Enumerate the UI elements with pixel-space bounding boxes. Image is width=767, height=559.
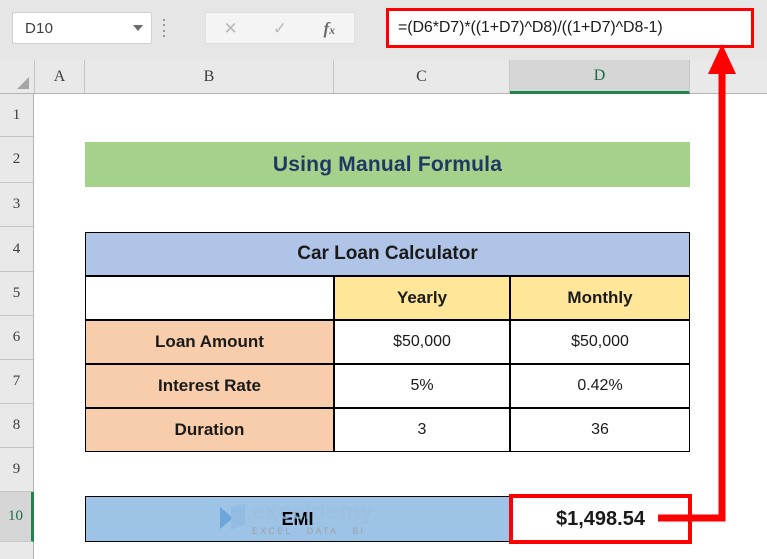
formula-input[interactable]: =(D6*D7)*((1+D7)^D8)/((1+D7)^D8-1) <box>386 8 754 48</box>
spreadsheet-grid: A B C D 1 2 3 4 5 6 7 8 9 10 Using Manua… <box>0 60 767 559</box>
table-title: Car Loan Calculator <box>85 232 690 276</box>
select-all-corner[interactable] <box>0 60 35 93</box>
table-cell-loan-amount-yearly: $50,000 <box>334 320 510 364</box>
row-header-6[interactable]: 6 <box>0 316 33 360</box>
section-banner: Using Manual Formula <box>85 142 690 187</box>
table-header-monthly: Monthly <box>510 276 690 320</box>
column-header-c[interactable]: C <box>334 60 510 93</box>
table-cell-loan-amount-monthly: $50,000 <box>510 320 690 364</box>
table-header-yearly: Yearly <box>334 276 510 320</box>
row-header-9[interactable]: 9 <box>0 448 33 492</box>
row-header-column: 1 2 3 4 5 6 7 8 9 10 <box>0 94 34 559</box>
row-header-5[interactable]: 5 <box>0 272 33 316</box>
table-row-label-interest-rate: Interest Rate <box>85 364 334 408</box>
cell-area: Using Manual Formula Car Loan Calculator… <box>35 94 767 559</box>
row-header-7[interactable]: 7 <box>0 360 33 404</box>
row-header-8[interactable]: 8 <box>0 404 33 448</box>
formula-bar-buttons: ✕ ✓ fx <box>205 12 355 44</box>
emi-value-highlight[interactable]: $1,498.54 <box>509 494 692 544</box>
table-cell-duration-yearly: 3 <box>334 408 510 452</box>
emi-label: EMI <box>85 496 510 542</box>
formula-bar-strip: D10 ✕ ✓ fx =(D6*D7)*((1+D7)^D8)/((1+D7)^… <box>0 0 767 61</box>
table-cell-duration-monthly: 36 <box>510 408 690 452</box>
row-header-10[interactable]: 10 <box>0 492 34 542</box>
insert-function-icon[interactable]: fx <box>305 20 354 37</box>
column-header-row: A B C D <box>0 60 767 94</box>
table-cell-interest-rate-yearly: 5% <box>334 364 510 408</box>
table-header-blank <box>85 276 334 320</box>
column-header-a[interactable]: A <box>35 60 85 93</box>
select-all-icon <box>17 77 29 89</box>
table-row-label-duration: Duration <box>85 408 334 452</box>
enter-icon[interactable]: ✓ <box>255 20 304 37</box>
row-header-3[interactable]: 3 <box>0 183 33 227</box>
row-header-2[interactable]: 2 <box>0 137 33 183</box>
namebox-grip-icon <box>161 19 167 37</box>
name-box-value: D10 <box>25 19 54 37</box>
column-header-d[interactable]: D <box>510 60 690 94</box>
row-header-1[interactable]: 1 <box>0 94 33 137</box>
chevron-down-icon[interactable] <box>125 25 151 31</box>
row-header-4[interactable]: 4 <box>0 227 33 272</box>
table-cell-interest-rate-monthly: 0.42% <box>510 364 690 408</box>
cancel-icon[interactable]: ✕ <box>206 20 255 37</box>
table-row-label-loan-amount: Loan Amount <box>85 320 334 364</box>
column-header-b[interactable]: B <box>85 60 334 93</box>
name-box[interactable]: D10 <box>12 12 152 44</box>
formula-input-text: =(D6*D7)*((1+D7)^D8)/((1+D7)^D8-1) <box>398 19 663 36</box>
